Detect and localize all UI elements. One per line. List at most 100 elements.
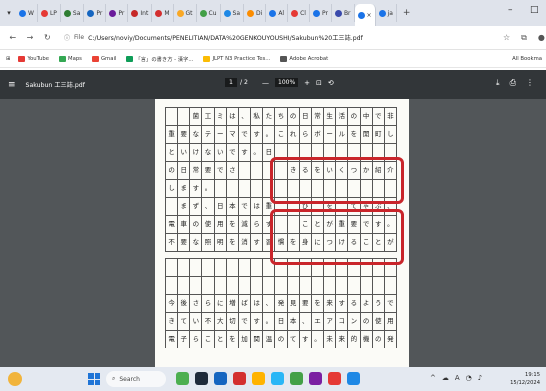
grid-cell: マ — [227, 126, 239, 143]
windows-start-icon[interactable] — [88, 373, 100, 385]
taskbar-app-icon[interactable] — [271, 372, 284, 385]
grid-cell: 使 — [202, 216, 215, 233]
grid-cell: し — [166, 180, 179, 197]
bookmark-icon — [59, 55, 66, 62]
tab-favicon-icon — [131, 9, 139, 17]
menu-icon[interactable]: ≡ — [8, 80, 16, 90]
tab-3[interactable]: Pr — [84, 4, 107, 22]
grid-cell: の — [361, 313, 373, 330]
tab-7[interactable]: Gt — [174, 4, 197, 22]
taskbar-app-icon[interactable] — [328, 372, 341, 385]
chevron-up-icon[interactable]: ^ — [430, 374, 436, 382]
more-icon[interactable]: ⋮ — [526, 78, 534, 88]
tab-strip: ▾ W LP Sa Pr Pr Int M Gt Cu Sa Di Al Cl Pr Br × ja + –… — [0, 0, 546, 26]
grid-cell: 日 — [215, 198, 227, 215]
taskbar-app-icon[interactable] — [233, 372, 246, 385]
clock-time: 19:15 — [525, 372, 540, 378]
tab-8[interactable]: Cu — [197, 4, 221, 22]
taskbar-app-icon[interactable] — [252, 372, 265, 385]
grid-cell: は — [227, 108, 239, 125]
tab-4[interactable]: Pr — [106, 4, 129, 22]
tab-favicon-icon — [334, 9, 342, 17]
cloud-icon[interactable]: ☁ — [442, 374, 449, 382]
file-info-icon: ⓘ — [64, 35, 71, 42]
taskbar-app-icon[interactable] — [290, 372, 303, 385]
grid-cell: テ — [202, 126, 215, 143]
search-icon: ⌕ — [112, 375, 116, 382]
tab-next[interactable]: ja — [376, 4, 397, 22]
profile-icon[interactable]: ● — [537, 33, 546, 42]
grid-cell: 要 — [178, 126, 191, 143]
extensions-icon[interactable]: ⧉ — [519, 33, 528, 43]
grid-cell — [251, 180, 264, 197]
zoom-out-button[interactable]: — — [262, 79, 269, 87]
grid-cell: な — [202, 144, 215, 161]
taskbar-app-icon[interactable] — [347, 372, 360, 385]
new-tab-button[interactable]: + — [397, 8, 417, 18]
grid-cell: 日 — [275, 313, 288, 330]
grid-cell: 明 — [215, 234, 227, 251]
zoom-value[interactable]: 100% — [275, 78, 299, 87]
grid-row: きてい不大切です。日本、エアコンの使用 — [165, 312, 397, 330]
grid-cell: 。 — [251, 144, 264, 161]
tab-10[interactable]: Di — [244, 4, 267, 22]
tab-12[interactable]: Cl — [288, 4, 310, 22]
bookmark-1[interactable]: Maps — [59, 55, 82, 63]
taskbar-app-icon[interactable] — [214, 372, 227, 385]
tab-search-icon[interactable]: ▾ — [2, 9, 16, 17]
tab-14[interactable]: Br — [332, 4, 355, 22]
clock[interactable]: 19:15 15/12/2024 — [510, 371, 540, 387]
tab-favicon-icon — [312, 9, 320, 17]
tab-0[interactable]: W — [16, 4, 38, 22]
tab-close-icon[interactable]: × — [367, 12, 372, 19]
wifi-icon[interactable]: ◔ — [466, 374, 472, 382]
tab-favicon-icon — [291, 9, 299, 17]
weather-icon[interactable] — [8, 372, 22, 386]
tab-2[interactable]: Sa — [61, 4, 85, 22]
maximize-button[interactable]: □ — [530, 5, 539, 15]
apps-grid-icon[interactable]: ⊞ — [6, 56, 10, 62]
grid-cell: ら — [202, 295, 215, 312]
rotate-icon[interactable]: ⟲ — [328, 79, 334, 87]
taskbar-search[interactable]: ⌕ Search — [106, 371, 166, 387]
back-arrow-icon[interactable]: ← — [8, 33, 17, 42]
grid-cell: よ — [361, 295, 373, 312]
all-bookmarks-button[interactable]: All Bookma — [512, 56, 542, 62]
tab-1[interactable]: LP — [38, 4, 61, 22]
grid-cell: を — [312, 295, 325, 312]
taskbar-app-icon[interactable] — [195, 372, 208, 385]
bookmark-4[interactable]: JLPT N3 Practice Tes... — [203, 55, 270, 63]
star-icon[interactable]: ☆ — [502, 33, 511, 42]
tab-9[interactable]: Sa — [221, 4, 245, 22]
pdf-viewer[interactable]: 菌工ミは、私たちの日常生活の中で非重要なテーマです。これらボールを開町しといけな… — [0, 99, 546, 367]
bookmark-5[interactable]: Adobe Acrobat — [280, 55, 328, 63]
tab-5[interactable]: Int — [128, 4, 153, 22]
grid-cell: す — [336, 295, 349, 312]
taskbar-app-icon[interactable] — [176, 372, 189, 385]
tab-active[interactable]: × — [354, 4, 376, 26]
download-icon[interactable]: ⤓ — [496, 78, 500, 88]
volume-icon[interactable]: ♪ — [478, 374, 482, 382]
fit-page-icon[interactable]: ⊡ — [316, 79, 322, 87]
minimize-button[interactable]: – — [508, 5, 513, 15]
bookmark-2[interactable]: Gmail — [91, 55, 116, 63]
taskbar-app-icon[interactable] — [309, 372, 322, 385]
grid-cell — [190, 277, 203, 294]
zoom-in-button[interactable]: + — [304, 79, 310, 87]
tab-6[interactable]: M — [152, 4, 174, 22]
lang-indicator[interactable]: A — [455, 374, 460, 382]
bookmark-3[interactable]: 「言」の書き方 - 漢字... — [126, 55, 193, 63]
grid-cell: 。 — [312, 331, 325, 348]
grid-cell: で — [215, 162, 227, 179]
tab-13[interactable]: Pr — [310, 4, 332, 22]
print-icon[interactable]: ⎙ — [510, 78, 516, 88]
forward-arrow-icon[interactable]: → — [25, 33, 34, 42]
grid-cell: る — [348, 295, 361, 312]
reload-icon[interactable]: ↻ — [43, 33, 52, 42]
address-bar[interactable]: ⓘ File C:/Users/noviy/Documents/PENELITI… — [64, 33, 466, 42]
tab-11[interactable]: Al — [266, 4, 289, 22]
page-input[interactable]: 1 — [225, 78, 237, 87]
grid-cell: の — [348, 108, 361, 125]
bookmark-0[interactable]: YouTube — [18, 55, 49, 63]
grid-row — [165, 276, 397, 294]
